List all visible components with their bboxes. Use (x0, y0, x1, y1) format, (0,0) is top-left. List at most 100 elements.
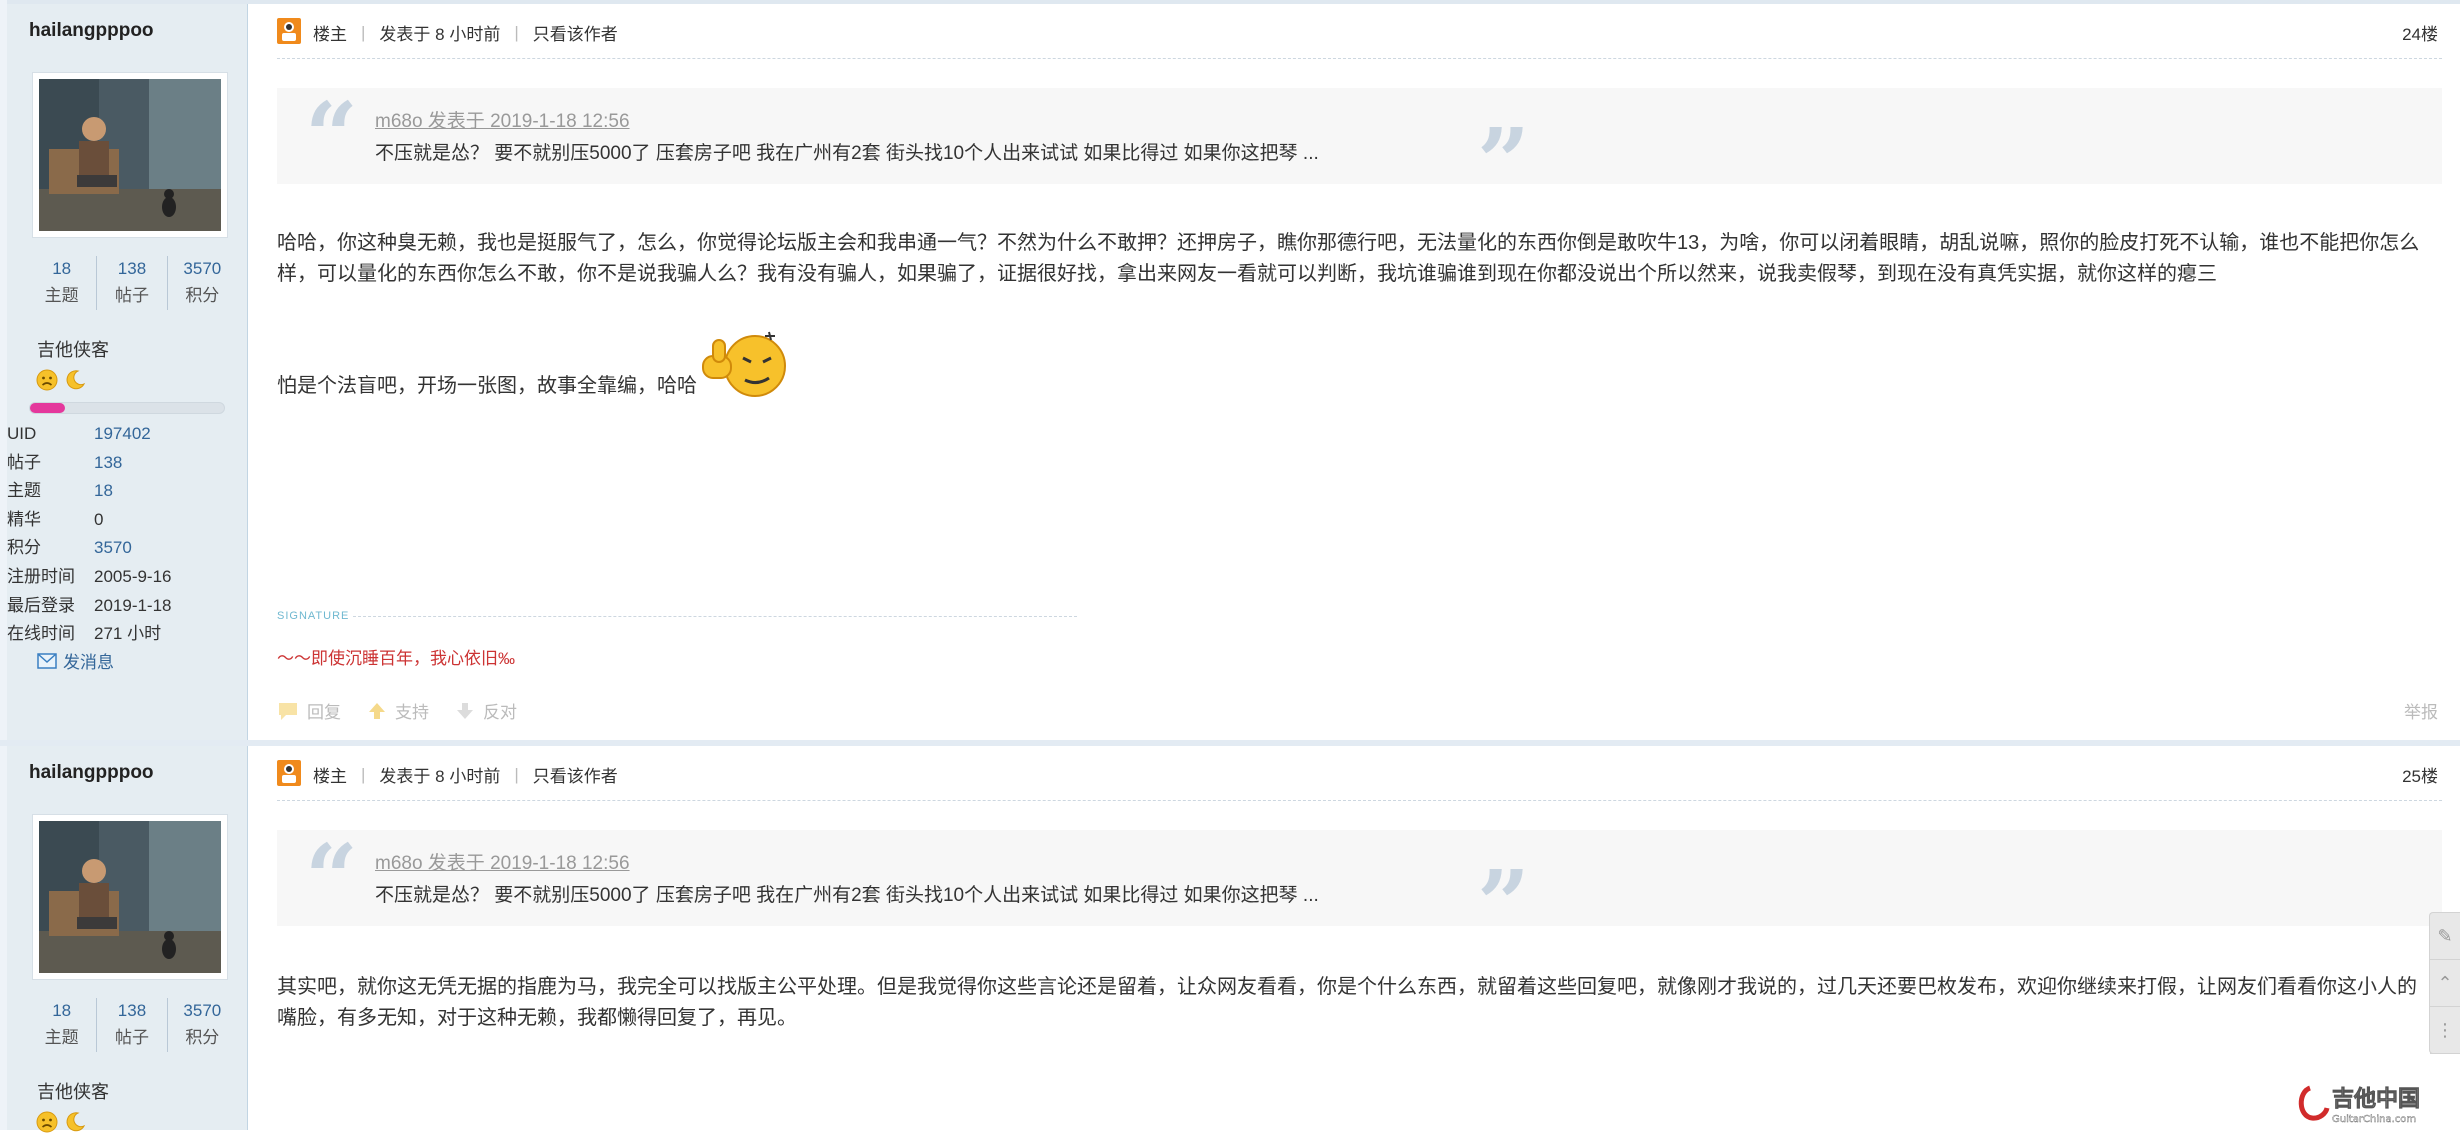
author-role: 楼主 (313, 767, 347, 786)
post-header: 楼主 | 发表于 8 小时前 | 只看该作者 25楼 (277, 760, 2442, 801)
post-time: 发表于 8 小时前 (379, 25, 501, 44)
post-content-tail: 怕是个法盲吧，开场一张图，故事全靠编，哈哈 (277, 322, 2432, 402)
quote-block: “ m68o 发表于 2019-1-18 12:56 不压就是怂？ 要不就别压5… (277, 830, 2442, 950)
stat-points[interactable]: 3570 积分 (168, 256, 237, 310)
grid-menu-icon[interactable]: ⋮ (2430, 1007, 2460, 1054)
stat-value: 18 (52, 259, 72, 278)
divider: | (361, 764, 366, 784)
support-label: 支持 (395, 703, 429, 722)
user-stats: 18 主题 138 帖子 3570 积分 (27, 998, 237, 1052)
stat-value: 3570 (183, 1001, 222, 1020)
envelope-icon (37, 652, 57, 669)
info-key: 精华 (7, 509, 41, 529)
quote-author-link[interactable]: m68o 发表于 2019-1-18 12:56 (375, 848, 630, 875)
user-group[interactable]: 吉他侠客 (37, 1078, 109, 1104)
info-value: 2019-1-18 (94, 595, 172, 615)
info-key: 最后登录 (7, 595, 75, 615)
post-content: 其实吧，就你这无凭无据的指鹿为马，我完全可以找版主公平处理。但是我觉得你这些言论… (277, 976, 2417, 1029)
info-row-last-login: 最后登录 2019-1-18 (7, 592, 172, 621)
avatar[interactable] (32, 814, 228, 980)
post-actions: 回复 支持 反对 (277, 698, 517, 723)
quote-text: 不压就是怂？ 要不就别压5000了 压套房子吧 我在广州有2套 街头找10个人出… (375, 885, 1319, 906)
moon-icon (66, 1112, 86, 1132)
left-edge (0, 0, 7, 1130)
quick-reply-icon[interactable]: ✎ (2430, 913, 2460, 960)
stat-topics[interactable]: 18 主题 (27, 998, 98, 1052)
oppose-label: 反对 (483, 703, 517, 722)
info-value[interactable]: 138 (94, 449, 122, 478)
reply-icon (279, 702, 297, 720)
dashed-line (353, 615, 1077, 617)
username-link[interactable]: hailangpppoo (29, 762, 154, 784)
signature-label: SIGNATURE (277, 610, 350, 622)
info-row-digest: 精华 0 (7, 506, 172, 535)
author-icon (277, 18, 301, 44)
reply-button[interactable]: 回复 (277, 698, 341, 723)
sad-face-icon (36, 1111, 58, 1133)
reply-label: 回复 (307, 703, 341, 722)
user-info: UID 197402 帖子 138 主题 18 精华 0 积分 3570 注册时间 2005… (7, 420, 172, 649)
sad-face-icon (36, 369, 58, 391)
stat-label: 帖子 (114, 286, 149, 305)
support-button[interactable]: 支持 (367, 698, 429, 723)
oppose-button[interactable]: 反对 (455, 698, 517, 723)
medals (35, 1110, 87, 1134)
watermark-brand: 吉他中国 (2332, 1086, 2420, 1112)
only-author-link[interactable]: 只看该作者 (533, 762, 618, 787)
post-meta: 楼主 | 发表于 8 小时前 | 只看该作者 (313, 762, 618, 787)
info-row-online-time: 在线时间 271 小时 (7, 620, 172, 649)
info-value: 2005-9-16 (94, 566, 172, 586)
floor-number[interactable]: 24楼 (2402, 20, 2438, 45)
stat-posts[interactable]: 138 帖子 (97, 256, 168, 310)
signature-divider: SIGNATURE (277, 610, 1077, 622)
post-24: hailangpppoo 18 主题 138 帖子 3570 积分 吉他侠客 U… (7, 4, 2460, 740)
stat-points[interactable]: 3570 积分 (168, 998, 237, 1052)
user-sidebar: hailangpppoo 18 主题 138 帖子 3570 积分 吉他侠客 (7, 746, 248, 1133)
post-header: 楼主 | 发表于 8 小时前 | 只看该作者 24楼 (277, 18, 2442, 59)
site-watermark: 吉他中国 GuitarChina.com (2298, 1086, 2420, 1125)
only-author-link[interactable]: 只看该作者 (533, 20, 618, 45)
level-progress-fill (30, 403, 65, 413)
floating-toolbar: ✎ ⌃ ⋮ (2429, 912, 2460, 1054)
send-message-label: 发消息 (63, 653, 114, 672)
watermark-site: GuitarChina.com (2332, 1114, 2416, 1125)
info-row-posts: 帖子 138 (7, 449, 172, 478)
username-link[interactable]: hailangpppoo (29, 20, 154, 42)
moon-icon (66, 370, 86, 390)
author-icon (277, 760, 301, 786)
info-value[interactable]: 18 (94, 477, 113, 506)
post-content-tail-text: 怕是个法盲吧，开场一张图，故事全靠编，哈哈 (277, 375, 697, 397)
divider: | (514, 764, 519, 784)
avatar[interactable] (32, 72, 228, 238)
info-row-topics: 主题 18 (7, 477, 172, 506)
signature-text: ～～即使沉睡百年，我心依旧‰ (277, 649, 515, 668)
post-25: hailangpppoo 18 主题 138 帖子 3570 积分 吉他侠客 楼… (7, 746, 2460, 1133)
stat-value: 138 (117, 259, 147, 278)
quote-text: 不压就是怂？ 要不就别压5000了 压套房子吧 我在广州有2套 街头找10个人出… (375, 143, 1319, 164)
info-value[interactable]: 197402 (94, 420, 151, 449)
info-row-registered: 注册时间 2005-9-16 (7, 563, 172, 592)
info-key: UID (7, 424, 37, 443)
stat-topics[interactable]: 18 主题 (27, 256, 98, 310)
info-value: 0 (94, 509, 104, 529)
send-message-link[interactable]: 发消息 (37, 648, 114, 673)
info-value[interactable]: 3570 (94, 534, 132, 563)
user-group[interactable]: 吉他侠客 (37, 336, 109, 362)
user-stats: 18 主题 138 帖子 3570 积分 (27, 256, 237, 310)
back-to-top-icon[interactable]: ⌃ (2430, 960, 2460, 1007)
stat-value: 3570 (183, 259, 222, 278)
stat-label: 主题 (44, 286, 79, 305)
info-key: 在线时间 (7, 624, 75, 644)
floor-number[interactable]: 25楼 (2402, 762, 2438, 787)
stat-label: 主题 (44, 1028, 79, 1047)
info-key: 主题 (7, 481, 41, 501)
thumb-down-arrow-icon (457, 702, 473, 719)
close-quote-icon: ” (1477, 108, 1530, 216)
info-row-uid: UID 197402 (7, 420, 172, 449)
stat-posts[interactable]: 138 帖子 (97, 998, 168, 1052)
stat-label: 帖子 (114, 1028, 149, 1047)
report-link[interactable]: 举报 (2404, 698, 2438, 723)
quote-author-link[interactable]: m68o 发表于 2019-1-18 12:56 (375, 106, 630, 133)
post-time: 发表于 8 小时前 (379, 767, 501, 786)
quote-block: “ m68o 发表于 2019-1-18 12:56 不压就是怂？ 要不就别压5… (277, 88, 2442, 208)
